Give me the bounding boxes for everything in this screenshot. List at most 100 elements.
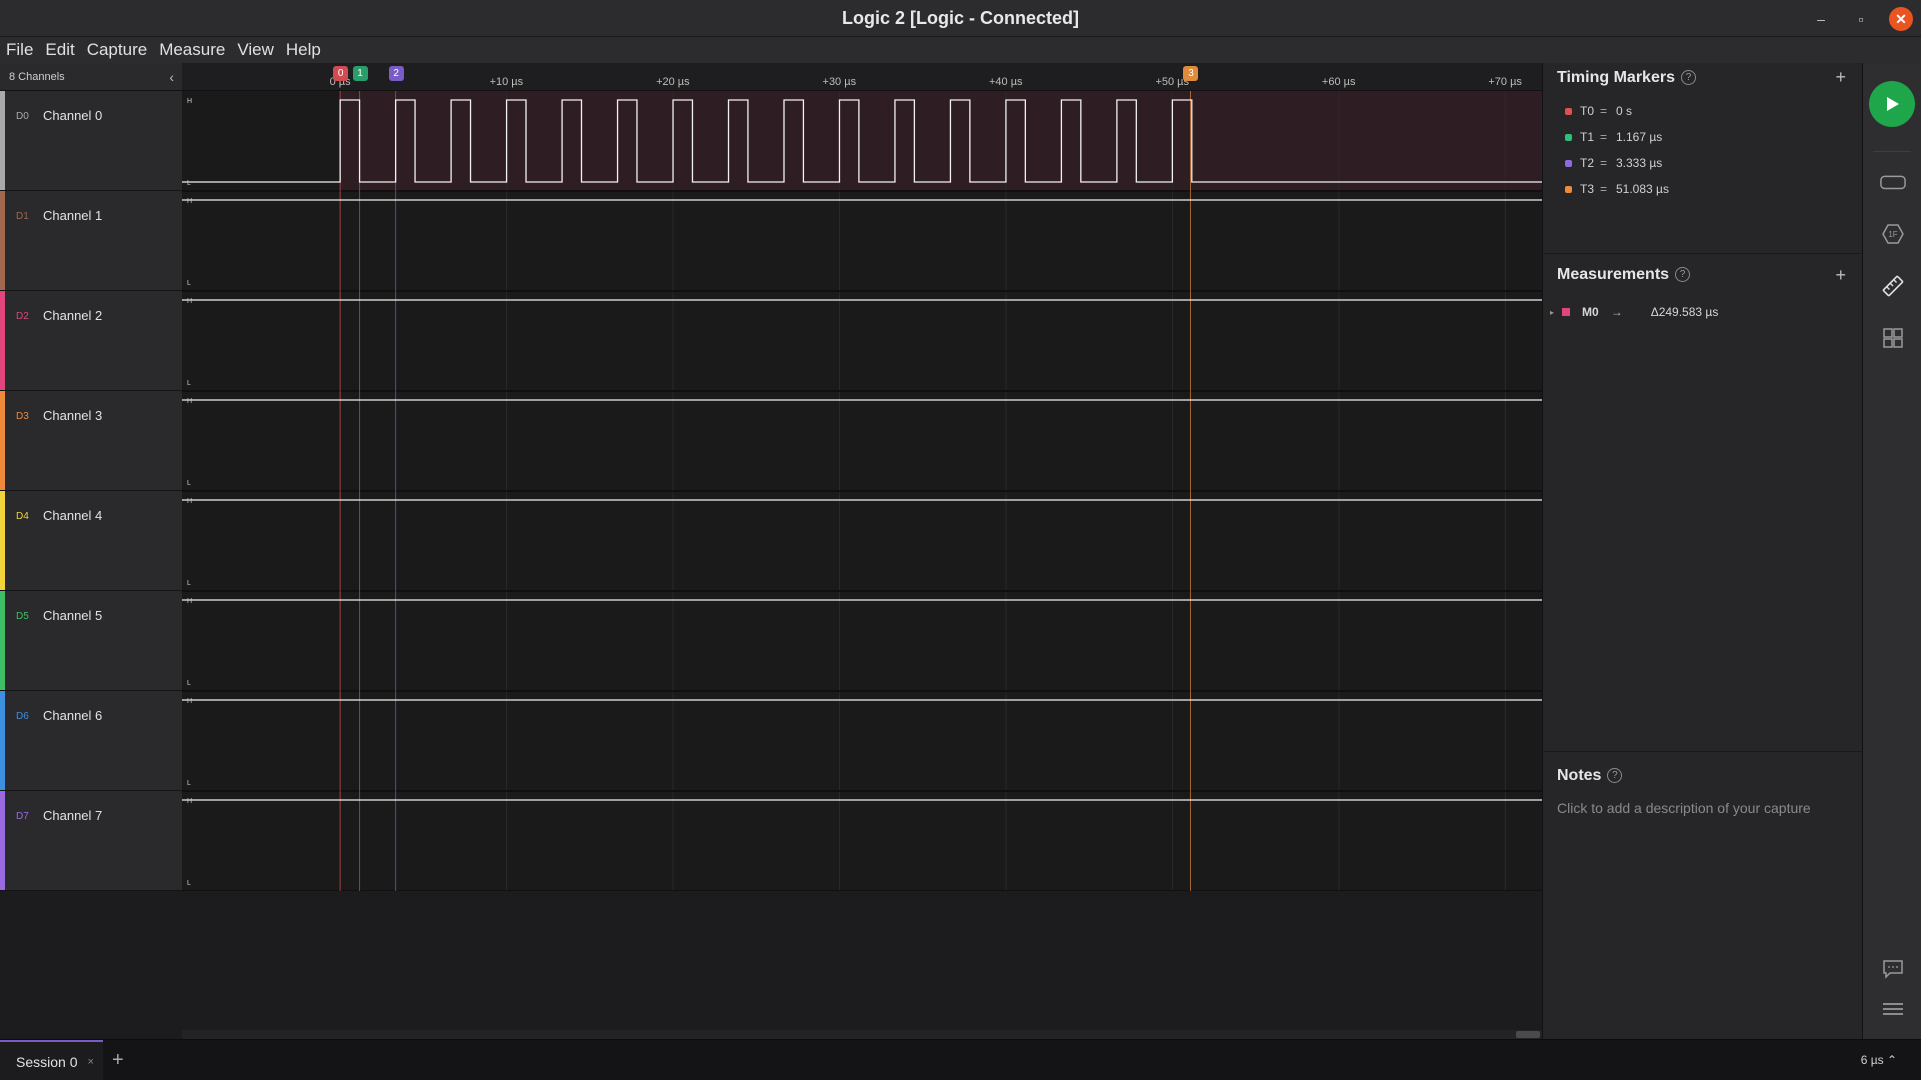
marker-value: 3.333 µs [1616, 156, 1663, 170]
session-tab[interactable]: Session 0 × [0, 1040, 103, 1080]
level-low-label: L [187, 480, 191, 487]
marker-color-dot [1565, 159, 1572, 167]
close-icon[interactable]: ✕ [1889, 7, 1913, 31]
channel-row[interactable]: D4 Channel 4 [0, 491, 182, 591]
measurement-item[interactable]: ▸ M0 → Δ249.583 µs [1543, 299, 1863, 325]
menu-file[interactable]: File [6, 40, 33, 60]
channel-color-stripe [0, 291, 5, 390]
channel-color-stripe [0, 591, 5, 690]
help-icon[interactable]: ? [1675, 267, 1691, 283]
measurement-value: Δ249.583 µs [1650, 305, 1719, 319]
ruler-icon[interactable] [1880, 273, 1906, 299]
channel-name[interactable]: Channel 5 [43, 608, 102, 623]
channel-name[interactable]: Channel 1 [43, 208, 102, 223]
menu-view[interactable]: View [237, 40, 274, 60]
timing-marker-item[interactable]: T0 = 0 s [1565, 104, 1632, 118]
channel-id: D7 [16, 811, 29, 822]
level-low-label: L [187, 380, 191, 387]
menu-help[interactable]: Help [286, 40, 321, 60]
expand-caret-icon[interactable]: ▸ [1550, 308, 1554, 317]
scrollbar-thumb[interactable] [1516, 1031, 1540, 1038]
help-icon[interactable]: ? [1607, 768, 1623, 784]
extensions-icon[interactable] [1880, 325, 1906, 351]
menu-measure[interactable]: Measure [159, 40, 225, 60]
menu-capture[interactable]: Capture [87, 40, 147, 60]
chat-icon[interactable] [1880, 956, 1906, 982]
menu-icon[interactable] [1880, 996, 1906, 1022]
level-high-label: H [187, 498, 192, 505]
channel-name[interactable]: Channel 7 [43, 808, 102, 823]
timing-marker-item[interactable]: T3 = 51.083 µs [1565, 182, 1669, 196]
title-bar: Logic 2 [Logic - Connected] – ▫ ✕ [0, 0, 1921, 37]
timing-marker-item[interactable]: T1 = 1.167 µs [1565, 130, 1662, 144]
channel-count: 8 Channels [9, 70, 65, 83]
channel-color-stripe [0, 391, 5, 490]
tool-bar: 1F [1862, 63, 1921, 1039]
section-divider [1543, 751, 1863, 752]
notes-input[interactable]: Click to add a description of your captu… [1557, 800, 1811, 816]
level-high-label: H [187, 98, 192, 105]
channel-row[interactable]: D6 Channel 6 [0, 691, 182, 791]
zoom-level[interactable]: 6 µs ⌃ [1861, 1053, 1897, 1067]
marker-flag[interactable]: 2 [388, 66, 404, 81]
device-icon[interactable] [1880, 169, 1906, 195]
channels-header: 8 Channels ‹ [0, 63, 182, 91]
add-marker-button[interactable]: + [1835, 67, 1846, 88]
window-title: Logic 2 [Logic - Connected] [842, 7, 1079, 28]
channel-id: D2 [16, 311, 29, 322]
level-low-label: L [187, 580, 191, 587]
session-tab-label: Session 0 [16, 1053, 78, 1070]
channel-list: D0 Channel 0 D1 Channel 1 D2 Channel 2 D3 Ch… [0, 91, 182, 891]
menu-bar: File Edit Capture Measure View Help [0, 37, 1921, 63]
channel-name[interactable]: Channel 3 [43, 408, 102, 423]
level-low-label: L [187, 880, 191, 887]
channel-name[interactable]: Channel 4 [43, 508, 102, 523]
horizontal-scrollbar[interactable] [182, 1030, 1542, 1039]
channel-row[interactable]: D1 Channel 1 [0, 191, 182, 291]
level-low-label: L [187, 280, 191, 287]
notes-label: Notes [1557, 767, 1602, 784]
marker-flag[interactable]: 0 [333, 66, 349, 81]
add-measurement-button[interactable]: + [1835, 265, 1846, 286]
play-icon[interactable] [1869, 81, 1915, 127]
channel-row[interactable]: D3 Channel 3 [0, 391, 182, 491]
channel-row[interactable]: D7 Channel 7 [0, 791, 182, 891]
close-session-icon[interactable]: × [87, 1056, 93, 1068]
marker-name: T0 [1580, 104, 1595, 118]
measurement-region [340, 91, 1542, 191]
minimize-icon[interactable]: – [1809, 7, 1833, 31]
channel-color-stripe [0, 491, 5, 590]
menu-edit[interactable]: Edit [45, 40, 74, 60]
channel-name[interactable]: Channel 6 [43, 708, 102, 723]
ruler-tick-label: +30 µs [822, 76, 857, 88]
channel-row[interactable]: D5 Channel 5 [0, 591, 182, 691]
timing-marker-item[interactable]: T2 = 3.333 µs [1565, 156, 1662, 170]
section-divider [1543, 253, 1863, 254]
marker-equals: = [1600, 104, 1608, 118]
maximize-icon[interactable]: ▫ [1849, 7, 1873, 31]
level-high-label: H [187, 298, 192, 305]
waveform-view[interactable]: H L H L H L H L H L H L H L H L [182, 91, 1542, 891]
time-ruler[interactable]: 0 µs +10 µs +20 µs +30 µs +40 µs +50 µs +60 µs… [182, 63, 1542, 91]
channel-row[interactable]: D2 Channel 2 [0, 291, 182, 391]
marker-flag[interactable]: 3 [1183, 66, 1199, 81]
marker-color-dot [1565, 107, 1572, 115]
channel-name[interactable]: Channel 0 [43, 108, 102, 123]
measurements-title: Measurements? [1557, 266, 1691, 284]
session-bar: Session 0 × + 6 µs ⌃ [0, 1039, 1921, 1080]
level-high-label: H [187, 598, 192, 605]
analyzer-icon[interactable]: 1F [1880, 221, 1906, 247]
channel-row[interactable]: D0 Channel 0 [0, 91, 182, 191]
level-low-label: L [187, 180, 191, 187]
side-panel: Timing Markers? + T0 = 0 s T1 = 1.167 µs T2 =… [1542, 63, 1863, 1039]
marker-value: 0 s [1616, 104, 1633, 118]
marker-color-dot [1565, 133, 1572, 141]
add-session-button[interactable]: + [112, 1049, 124, 1072]
level-high-label: H [187, 198, 192, 205]
channel-name[interactable]: Channel 2 [43, 308, 102, 323]
help-icon[interactable]: ? [1680, 70, 1696, 86]
collapse-sidebar-icon[interactable]: ‹ [169, 69, 174, 85]
channel-id: D1 [16, 211, 29, 222]
marker-flag[interactable]: 1 [352, 66, 368, 81]
timing-markers-title: Timing Markers? [1557, 69, 1696, 87]
